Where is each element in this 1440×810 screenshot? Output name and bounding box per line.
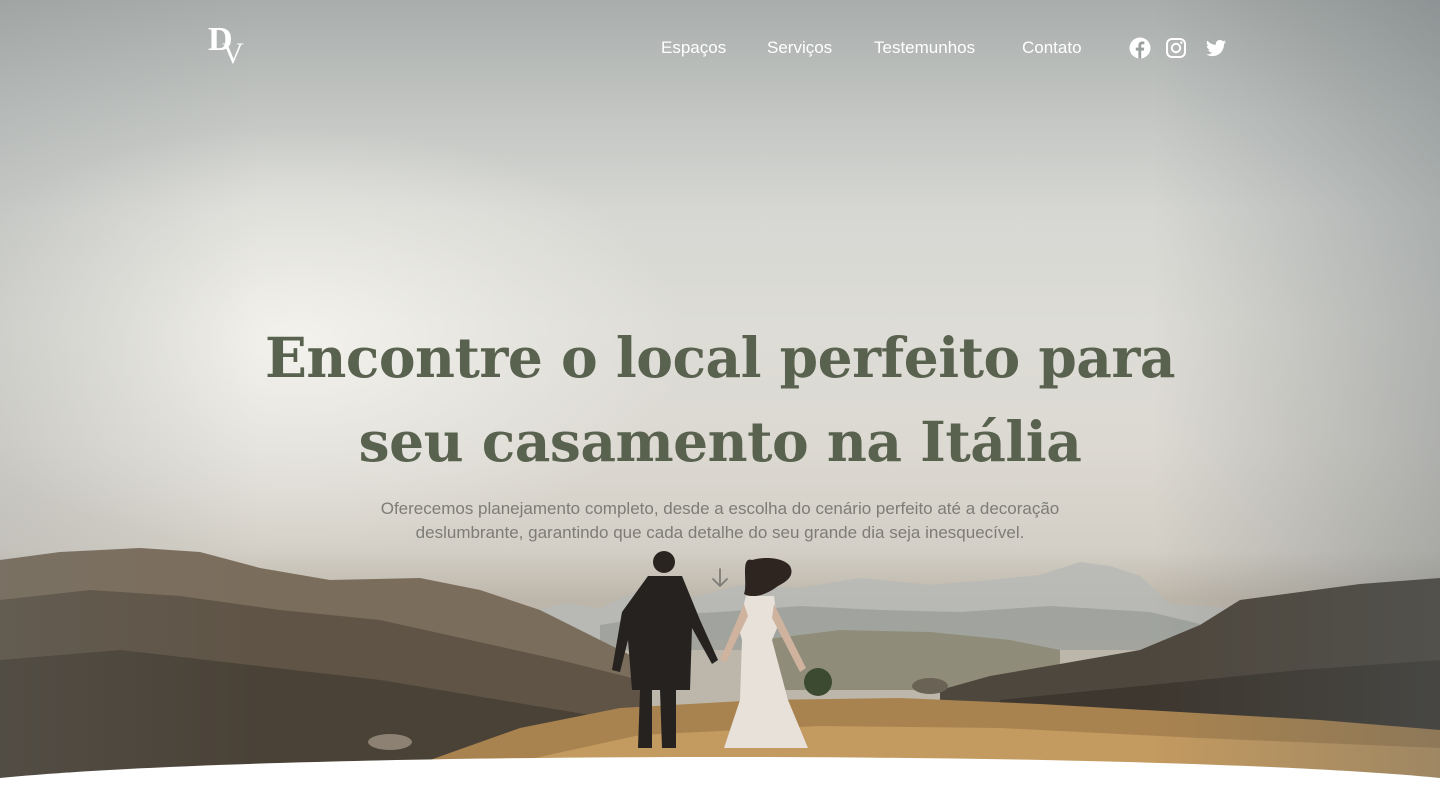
hero-section: Encontre o local perfeito para seu casam…	[0, 0, 1440, 810]
nav-link-espacos[interactable]: Espaços	[661, 36, 726, 60]
top-navigation: D V Espaços Serviços Testemunhos Contato	[0, 0, 1440, 96]
facebook-icon[interactable]	[1128, 36, 1152, 60]
instagram-icon[interactable]	[1164, 36, 1188, 60]
bottom-curve-divider	[0, 757, 1440, 810]
hero-headline: Encontre o local perfeito para seu casam…	[264, 325, 1176, 474]
nav-link-contato[interactable]: Contato	[1022, 36, 1082, 60]
hero-subtitle: Oferecemos planejamento completo, desde …	[380, 499, 1060, 542]
nav-link-testemunhos[interactable]: Testemunhos	[874, 36, 975, 60]
nav-link-servicos[interactable]: Serviços	[767, 36, 832, 60]
arrow-down-icon[interactable]	[708, 566, 732, 590]
twitter-icon[interactable]	[1204, 36, 1228, 60]
